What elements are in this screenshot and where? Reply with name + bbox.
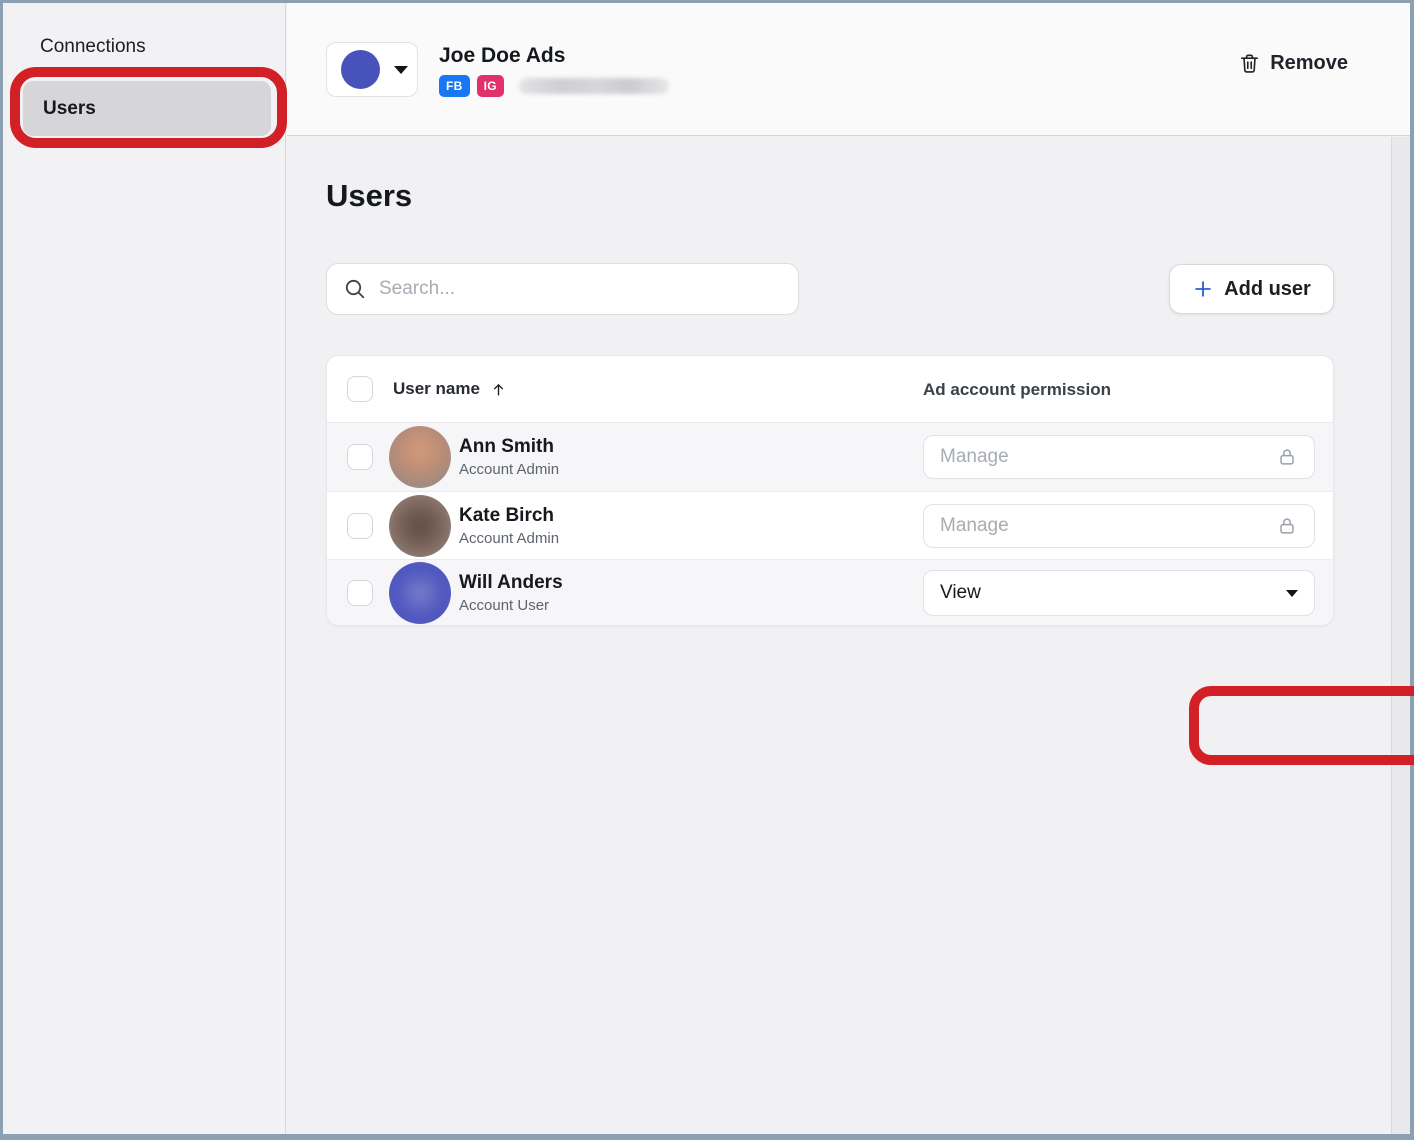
redacted-account-id [519, 78, 669, 94]
search-icon [343, 277, 367, 301]
sort-ascending-icon [490, 381, 507, 398]
column-header-permission: Ad account permission [923, 380, 1111, 400]
permission-value: View [940, 582, 981, 604]
search-input[interactable] [379, 278, 782, 300]
remove-button[interactable]: Remove [1238, 52, 1348, 75]
user-name: Ann Smith [459, 436, 559, 458]
page-title: Users [326, 178, 412, 214]
user-role: Account Admin [459, 461, 559, 478]
table-row: Will Anders Account User View [327, 559, 1333, 626]
plus-icon [1192, 278, 1214, 300]
sidebar: Connections Users [3, 3, 286, 1134]
avatar [389, 495, 451, 557]
user-name: Kate Birch [459, 505, 559, 527]
account-badges: FB IG [439, 75, 669, 97]
user-name: Will Anders [459, 572, 563, 594]
permission-select-locked: Manage [923, 504, 1315, 548]
row-checkbox[interactable] [347, 513, 373, 539]
user-cell: Will Anders Account User [459, 572, 563, 614]
table-header-row: User name Ad account permission [327, 356, 1333, 422]
chevron-down-icon [394, 66, 408, 74]
row-checkbox[interactable] [347, 444, 373, 470]
instagram-badge: IG [477, 75, 504, 97]
sidebar-item-users[interactable]: Users [23, 81, 271, 136]
user-role: Account User [459, 597, 563, 614]
permission-value: Manage [940, 446, 1009, 468]
account-switcher-button[interactable] [326, 42, 418, 97]
table-row: Ann Smith Account Admin Manage [327, 422, 1333, 491]
permission-select-locked: Manage [923, 435, 1315, 479]
account-avatar [341, 50, 380, 89]
trash-icon [1238, 52, 1261, 75]
search-box [326, 263, 799, 315]
scrollbar-track[interactable] [1391, 137, 1410, 1134]
avatar [389, 426, 451, 488]
add-user-button[interactable]: Add user [1169, 264, 1334, 314]
sidebar-section-connections: Connections [40, 36, 146, 58]
lock-icon [1276, 446, 1298, 468]
table-row: Kate Birch Account Admin Manage [327, 491, 1333, 559]
account-name: Joe Doe Ads [439, 44, 565, 68]
user-cell: Ann Smith Account Admin [459, 436, 559, 478]
user-role: Account Admin [459, 530, 559, 547]
main-content: Users Add user User name Ad account perm… [287, 137, 1410, 1134]
annotation-ring-permission-dropdown [1189, 686, 1414, 765]
chevron-down-icon [1286, 590, 1298, 597]
avatar [389, 562, 451, 624]
lock-icon [1276, 515, 1298, 537]
header-bar: Joe Doe Ads FB IG Remove [287, 3, 1410, 136]
permission-select-dropdown[interactable]: View [923, 570, 1315, 616]
select-all-checkbox[interactable] [347, 376, 373, 402]
column-header-user-name[interactable]: User name [393, 379, 507, 399]
column-header-user-name-label: User name [393, 379, 480, 399]
facebook-badge: FB [439, 75, 470, 97]
users-table: User name Ad account permission Ann Smit… [326, 355, 1334, 626]
user-cell: Kate Birch Account Admin [459, 505, 559, 547]
remove-button-label: Remove [1270, 52, 1348, 75]
permission-value: Manage [940, 515, 1009, 537]
row-checkbox[interactable] [347, 580, 373, 606]
add-user-button-label: Add user [1224, 278, 1311, 301]
sidebar-item-users-label: Users [43, 98, 96, 120]
app-window: { "sidebar": { "section_label": "Connect… [0, 0, 1414, 1140]
